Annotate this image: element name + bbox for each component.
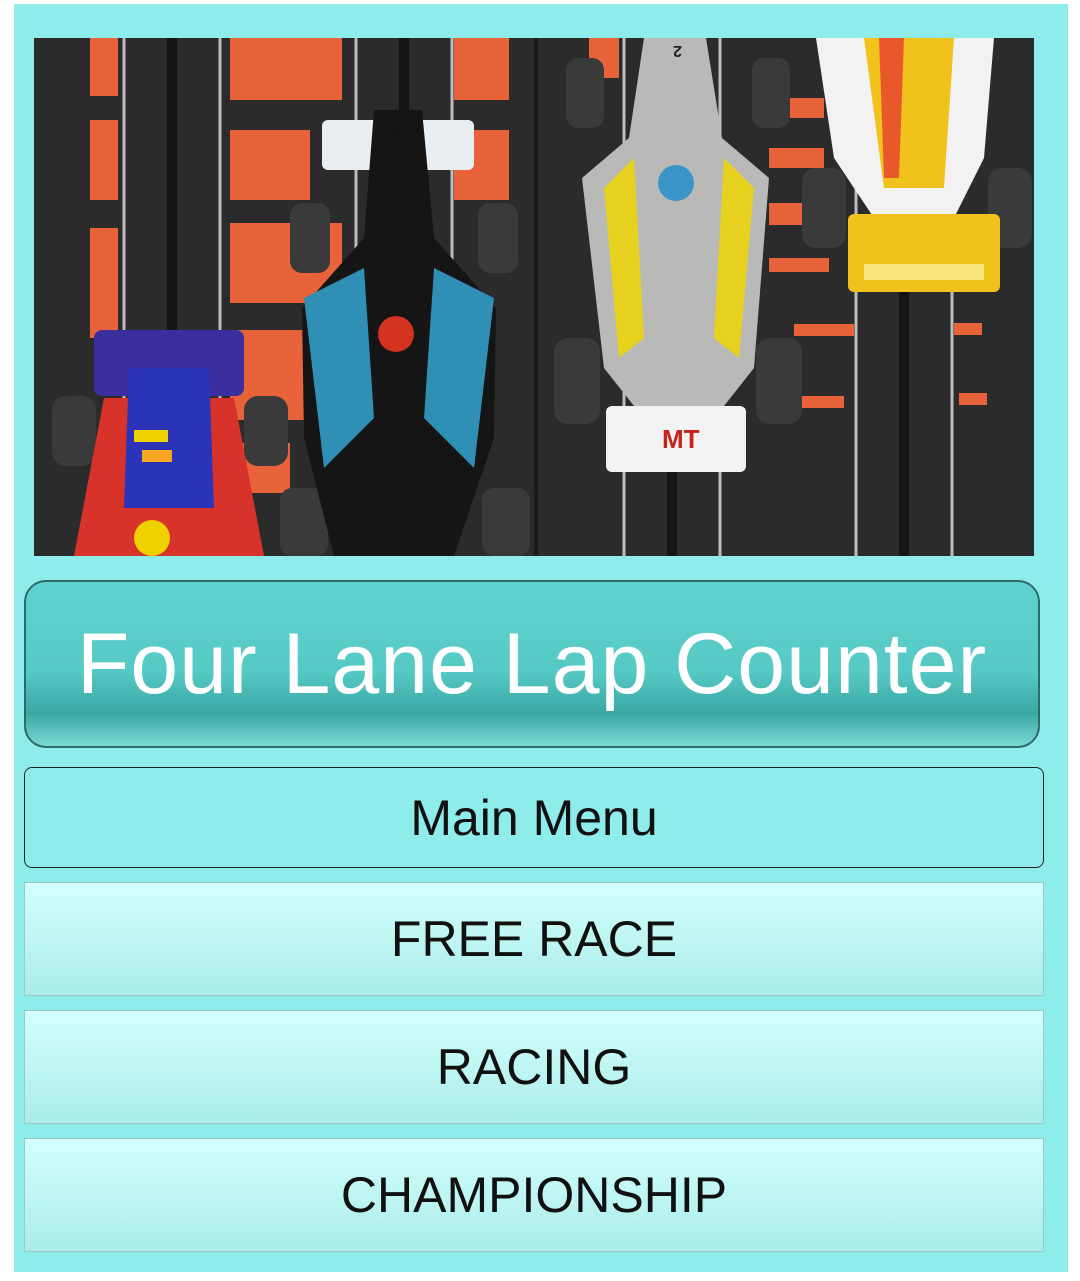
app-frame: 29 MT 2 Four Lane Lap Counter Main Menu …: [0, 0, 1080, 1281]
svg-text:29: 29: [388, 121, 410, 143]
app-title: Four Lane Lap Counter: [76, 615, 988, 712]
racing-label: RACING: [436, 1039, 632, 1095]
main-menu-header: Main Menu: [24, 767, 1044, 868]
slot-car-race-photo-icon: 29 MT 2: [34, 38, 1034, 556]
svg-text:MT: MT: [662, 424, 700, 454]
racing-button[interactable]: RACING: [24, 1010, 1044, 1124]
hero-image: 29 MT 2: [34, 38, 1034, 556]
free-race-button[interactable]: FREE RACE: [24, 882, 1044, 996]
free-race-label: FREE RACE: [390, 911, 678, 967]
championship-label: CHAMPIONSHIP: [340, 1167, 728, 1223]
main-menu-label: Main Menu: [410, 789, 658, 846]
championship-button[interactable]: CHAMPIONSHIP: [24, 1138, 1044, 1252]
svg-text:2: 2: [673, 42, 682, 59]
app-title-banner: Four Lane Lap Counter: [24, 580, 1040, 748]
